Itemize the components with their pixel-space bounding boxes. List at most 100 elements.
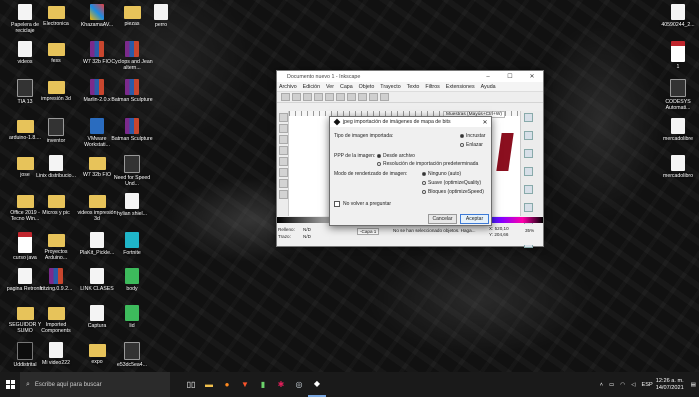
checkbox-icon[interactable] — [334, 201, 340, 207]
app-icon[interactable]: ▮ — [254, 372, 272, 397]
minimize-icon[interactable]: – — [477, 74, 499, 80]
desktop-icon[interactable]: Need for Speed Und... — [111, 155, 153, 187]
desktop-icon[interactable]: perro — [140, 4, 182, 28]
node-tool-icon[interactable] — [279, 124, 288, 133]
desktop-icon[interactable]: Mi video222 — [35, 342, 77, 366]
accept-button[interactable]: Aceptar — [460, 214, 489, 224]
file-explorer-icon[interactable]: ▬ — [200, 372, 218, 397]
notifications-icon[interactable]: ▤ — [691, 382, 696, 388]
desktop-icon[interactable]: body — [111, 268, 153, 292]
desktop-icon[interactable]: lid — [111, 305, 153, 329]
radio-bloques[interactable]: Bloques (optimizeSpeed) — [422, 189, 484, 195]
open-icon[interactable] — [292, 93, 301, 101]
radio-ninguno[interactable]: Ninguno (auto) — [422, 171, 461, 177]
menu-ayuda[interactable]: Ayuda — [481, 84, 496, 90]
menu-capa[interactable]: Capa — [340, 84, 353, 90]
desktop-icon[interactable]: fritzing.0.9.2... — [35, 268, 77, 292]
start-button[interactable] — [0, 372, 20, 397]
zoom-in-icon[interactable] — [369, 93, 378, 101]
firefox-icon[interactable]: ● — [218, 372, 236, 397]
task-view-icon[interactable]: ▯▯ — [182, 372, 200, 397]
desktop-icon[interactable]: mercadolibre — [657, 118, 699, 142]
desktop-icon[interactable]: mercadolibro — [657, 155, 699, 179]
battery-icon[interactable]: ▭ — [609, 382, 614, 388]
desktop-icon[interactable]: hylian shiel... — [111, 193, 153, 217]
desktop-icon[interactable]: Cyclops and Jean altern... — [111, 41, 153, 71]
save-icon[interactable] — [303, 93, 312, 101]
menu-objeto[interactable]: Objeto — [359, 84, 375, 90]
desktop-icon[interactable]: Imported Components — [35, 305, 77, 334]
wifi-icon[interactable]: ◠ — [620, 382, 625, 388]
radio-selected-icon[interactable] — [377, 154, 381, 158]
radio-desde-archivo[interactable]: Desde archivo — [377, 153, 415, 159]
cancel-button[interactable]: Cancelar — [428, 214, 457, 224]
export-icon[interactable] — [336, 93, 345, 101]
desktop-icon[interactable]: Proyectos Arduino... — [35, 232, 77, 261]
redo-icon[interactable] — [358, 93, 367, 101]
import-dialog[interactable]: jpeg importación de imágenes de mapa de … — [329, 116, 492, 226]
snap-center-icon[interactable] — [524, 167, 533, 176]
radio-selected-icon[interactable] — [422, 172, 426, 176]
maximize-icon[interactable]: ☐ — [499, 73, 521, 80]
radio-icon[interactable] — [460, 143, 464, 147]
brave-icon[interactable]: ▼ — [236, 372, 254, 397]
desktop-icon[interactable]: Fortnite — [111, 232, 153, 256]
text-tool-icon[interactable] — [279, 179, 288, 188]
snap-bbox-icon[interactable] — [524, 131, 533, 140]
desktop-icon[interactable]: Batman Sculpture — [111, 118, 153, 142]
import-icon[interactable] — [325, 93, 334, 101]
menu-trayecto[interactable]: Trayecto — [380, 84, 400, 90]
search-box[interactable]: ⌕ Escribe aquí para buscar — [20, 372, 170, 397]
close-icon[interactable]: ✕ — [479, 119, 491, 126]
snap-icon[interactable] — [524, 113, 533, 122]
menu-archivo[interactable]: Archivo — [279, 84, 297, 90]
menu-edicion[interactable]: Edición — [303, 84, 320, 90]
slack-icon[interactable]: ✱ — [272, 372, 290, 397]
radio-suave[interactable]: Suave (optimizeQuality) — [422, 180, 481, 186]
radio-selected-icon[interactable] — [460, 134, 464, 138]
snap-nodes-icon[interactable] — [524, 149, 533, 158]
desktop-icon[interactable]: e53dc5ea4... — [111, 342, 153, 368]
desktop-icon[interactable]: impresión 3d — [35, 79, 77, 102]
chevron-up-icon[interactable]: ˄ — [600, 382, 603, 388]
desktop-icon[interactable]: Electronica — [35, 4, 77, 27]
selector-tool-icon[interactable] — [279, 113, 288, 122]
snap-grid-icon[interactable] — [524, 203, 533, 212]
close-icon[interactable]: ✕ — [521, 73, 543, 80]
ellipse-tool-icon[interactable] — [279, 157, 288, 166]
language-indicator[interactable]: ESP — [642, 382, 653, 388]
desktop-icon[interactable]: Linix distribucio... — [35, 155, 77, 179]
menu-ver[interactable]: Ver — [326, 84, 334, 90]
new-icon[interactable] — [281, 93, 290, 101]
zoom-field[interactable]: 35% — [525, 228, 534, 233]
radio-icon[interactable] — [422, 190, 426, 194]
desktop-icon[interactable]: CODESYS Automati... — [657, 79, 699, 111]
dialog-titlebar[interactable]: jpeg importación de imágenes de mapa de … — [330, 117, 491, 127]
volume-icon[interactable]: ◁ — [631, 382, 635, 388]
dropper-tool-icon[interactable] — [279, 190, 288, 199]
layer-select[interactable]: -Capa 1 — [357, 228, 380, 235]
radio-enlazar[interactable]: Enlazar — [460, 142, 483, 148]
print-icon[interactable] — [314, 93, 323, 101]
desktop-icon[interactable]: 40590244_2... — [657, 4, 699, 28]
radio-icon[interactable] — [377, 162, 381, 166]
rect-tool-icon[interactable] — [279, 146, 288, 155]
steam-icon[interactable]: ◎ — [290, 372, 308, 397]
desktop-icon[interactable]: Batman Sculpture — [111, 79, 153, 103]
desktop-icon[interactable]: 1 — [657, 41, 699, 70]
desktop-icon[interactable]: Micros y pic — [35, 193, 77, 216]
inkscape-titlebar[interactable]: Documento nuevo 1 - Inkscape – ☐ ✕ — [277, 71, 543, 82]
zoom-out-icon[interactable] — [380, 93, 389, 101]
menu-filtros[interactable]: Filtros — [425, 84, 439, 90]
zoom-tool-icon[interactable] — [279, 135, 288, 144]
dont-ask-checkbox[interactable]: No volver a preguntar — [334, 201, 391, 207]
desktop-icon[interactable]: inventor — [35, 118, 77, 144]
snap-path-icon[interactable] — [524, 185, 533, 194]
clock[interactable]: 12:26 a. m. 14/07/2021 — [656, 378, 684, 392]
radio-icon[interactable] — [422, 181, 426, 185]
radio-incrustar[interactable]: Incrustar — [460, 133, 485, 139]
undo-icon[interactable] — [347, 93, 356, 101]
inkscape-taskbar-icon[interactable]: ◆ — [308, 372, 326, 397]
pencil-tool-icon[interactable] — [279, 168, 288, 177]
desktop-icon[interactable]: fess — [35, 41, 77, 64]
